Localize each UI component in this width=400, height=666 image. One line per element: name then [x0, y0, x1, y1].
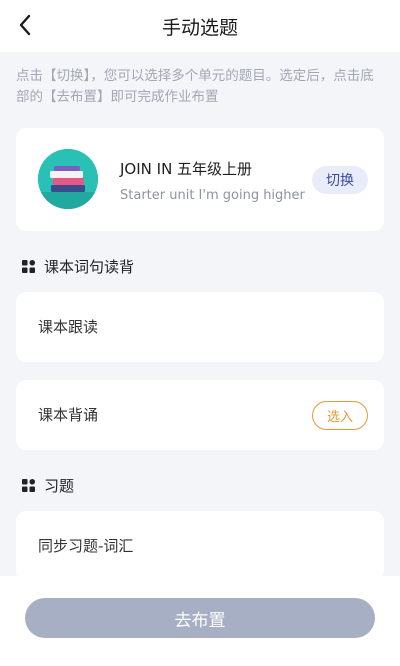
section-title: 习题 — [44, 477, 75, 495]
page-title: 手动选题 — [161, 17, 238, 39]
section-heading-exercises: 习题 — [22, 475, 74, 496]
book-card: JOIN IN 五年级上册 Starter unit I'm going hig… — [16, 128, 384, 231]
book-title: JOIN IN 五年级上册 — [120, 160, 253, 178]
list-item-textbook-recite[interactable]: 课本背诵 选入 — [16, 380, 384, 450]
switch-button[interactable]: 切换 — [312, 166, 368, 194]
list-item-textbook-follow-read[interactable]: 课本跟读 — [16, 292, 384, 362]
instruction-hint: 点击【切换】，您可以选择多个单元的题目。选定后，点击底部的【去布置】即可完成作业… — [16, 68, 374, 105]
nav-bar: 手动选题 — [0, 0, 400, 52]
select-in-button[interactable]: 选入 — [312, 401, 368, 430]
book-cover-icon — [38, 149, 98, 209]
book-unit-subtitle: Starter unit I'm going higher — [120, 188, 305, 203]
assign-homework-button[interactable]: 去布置 — [25, 598, 375, 638]
bottom-bar: 去布置 — [0, 576, 400, 666]
list-item-label: 课本跟读 — [38, 318, 99, 336]
grid-icon — [22, 479, 35, 492]
grid-icon — [22, 260, 35, 273]
list-item-label: 课本背诵 — [38, 406, 99, 424]
list-item-label: 同步习题-词汇 — [38, 537, 134, 555]
section-heading-textbook: 课本词句读背 — [22, 256, 134, 277]
list-item-sync-vocab[interactable]: 同步习题-词汇 — [16, 511, 384, 581]
section-title: 课本词句读背 — [44, 258, 135, 276]
